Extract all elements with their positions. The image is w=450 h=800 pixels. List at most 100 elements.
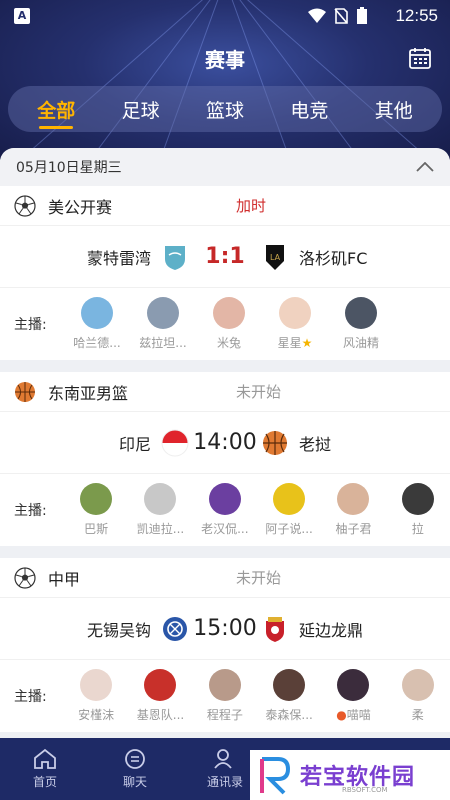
league-name: 美公开赛 <box>48 197 113 217</box>
anchor-item[interactable]: 星星★ <box>262 297 328 351</box>
anchor-item[interactable]: 哈兰德... <box>64 297 130 351</box>
wifi-icon <box>308 8 326 23</box>
anchor-item[interactable]: 兹拉坦... <box>130 297 196 351</box>
anchor-list: 安槿沫 基恩队... 程程子 泰森保... ●喵喵 柔 <box>64 669 450 723</box>
score: 1:1 <box>205 244 245 269</box>
anchor-item[interactable]: 风油精 <box>328 297 394 351</box>
anchor-name: 星星★ <box>277 336 313 350</box>
app-notification-icon: A <box>14 8 30 24</box>
svg-text:LA: LA <box>270 253 281 262</box>
anchor-label: 主播: <box>14 503 47 519</box>
anchor-item[interactable]: 安槿沫 <box>64 669 128 723</box>
match-header: 东南亚男篮 未开始 <box>0 372 450 412</box>
battery-icon <box>357 7 367 24</box>
avatar <box>81 297 113 329</box>
date-label: 05月10日星期三 <box>16 160 122 176</box>
match-status: 加时 <box>236 197 267 215</box>
tab-esports[interactable]: 电竞 <box>276 90 342 129</box>
nav-label: 首页 <box>32 775 57 789</box>
basketball-icon <box>15 381 35 402</box>
avatar <box>147 297 179 329</box>
tab-basketball[interactable]: 篮球 <box>192 90 258 129</box>
anchor-label: 主播: <box>14 317 47 333</box>
nav-home[interactable]: 首页 <box>0 738 90 800</box>
anchor-name: 基恩队... <box>136 708 185 722</box>
avatar <box>144 669 177 701</box>
soccer-ball-icon <box>14 566 36 589</box>
anchor-item[interactable]: 老汉侃... <box>193 483 257 537</box>
status-bar: A 12:55 <box>0 0 450 32</box>
match-card[interactable]: 美公开赛 加时 蒙特雷湾 1:1 LA 洛杉矶FC 主播: 哈兰德... 兹拉坦… <box>0 186 450 360</box>
anchor-item[interactable]: 基恩队... <box>128 669 192 723</box>
anchor-name: 泰森保... <box>265 708 313 722</box>
match-header: 中甲 未开始 <box>0 558 450 598</box>
anchor-name: 巴斯 <box>84 522 109 536</box>
match-time: 15:00 <box>193 616 257 641</box>
anchor-name: 拉 <box>411 522 424 536</box>
match-card[interactable]: 东南亚男篮 未开始 印尼 14:00 老挝 主播: 巴斯 凯迪拉... 老汉侃.… <box>0 372 450 546</box>
anchor-name: ●喵喵 <box>336 708 371 722</box>
home-team: 印尼 <box>118 434 151 454</box>
date-header[interactable]: 05月10日星期三 <box>0 148 450 186</box>
tab-all[interactable]: 全部 <box>23 90 89 129</box>
watermark-subtext: RBSOFT.COM <box>342 786 388 794</box>
badge-icon: ● <box>336 708 347 722</box>
anchor-row: 主播: 巴斯 凯迪拉... 老汉侃... 阿子说... 柚子君 拉 <box>0 474 450 546</box>
anchor-name: 风油精 <box>342 336 379 350</box>
header: A 12:55 赛事 全部 足球 篮球 电竞 其他 <box>0 0 450 160</box>
anchor-item[interactable]: ●喵喵 <box>321 669 385 723</box>
avatar <box>401 483 434 515</box>
lafc-crest-icon: LA <box>266 244 284 270</box>
anchor-row: 主播: 哈兰德... 兹拉坦... 米兔 星星★ 风油精 <box>0 288 450 360</box>
anchor-item[interactable]: 柚子君 <box>321 483 385 537</box>
soccer-ball-icon <box>14 194 36 217</box>
anchor-list: 巴斯 凯迪拉... 老汉侃... 阿子说... 柚子君 拉 <box>64 483 450 537</box>
anchor-item[interactable]: 柔 <box>386 669 450 723</box>
match-row[interactable]: 蒙特雷湾 1:1 LA 洛杉矶FC <box>0 226 450 288</box>
anchor-item[interactable]: 拉 <box>386 483 450 537</box>
avatar <box>337 483 370 515</box>
basketball-icon <box>263 430 287 455</box>
match-row[interactable]: 无锡吴钩 15:00 延边龙鼎 <box>0 598 450 660</box>
anchor-item[interactable]: 阿子说... <box>257 483 321 537</box>
anchor-name: 安槿沫 <box>78 708 115 722</box>
anchor-name: 程程子 <box>206 708 243 722</box>
monterey-bay-crest-icon <box>165 245 185 270</box>
match-status: 未开始 <box>236 383 282 401</box>
contacts-icon <box>214 749 232 769</box>
anchor-item[interactable]: 巴斯 <box>64 483 128 537</box>
anchor-name: 哈兰德... <box>73 336 121 350</box>
avatar <box>80 483 113 515</box>
avatar <box>279 297 311 329</box>
avatar <box>208 669 241 701</box>
calendar-icon[interactable] <box>408 46 432 70</box>
avatar <box>345 297 377 329</box>
match-list: 05月10日星期三 美公开赛 加时 蒙特雷湾 1:1 LA 洛杉矶FC 主播: … <box>0 148 450 736</box>
watermark-logo-icon <box>260 757 291 795</box>
match-time: 14:00 <box>193 430 257 455</box>
avatar <box>144 483 177 515</box>
away-team: 老挝 <box>299 434 332 454</box>
anchor-name: 柔 <box>411 708 424 722</box>
anchor-row: 主播: 安槿沫 基恩队... 程程子 泰森保... ●喵喵 柔 <box>0 660 450 732</box>
league-name: 东南亚男篮 <box>48 383 129 403</box>
clock: 12:55 <box>395 6 438 25</box>
match-row[interactable]: 印尼 14:00 老挝 <box>0 412 450 474</box>
avatar <box>273 669 306 701</box>
match-card[interactable]: 中甲 未开始 无锡吴钩 15:00 延边龙鼎 主播: 安槿沫 基恩队... 程程… <box>0 558 450 732</box>
tab-other[interactable]: 其他 <box>361 90 427 129</box>
nav-label: 通讯录 <box>206 775 243 789</box>
anchor-item[interactable]: 程程子 <box>193 669 257 723</box>
wuxi-crest-icon <box>163 616 187 641</box>
anchor-item[interactable]: 米兔 <box>196 297 262 351</box>
home-team: 蒙特雷湾 <box>86 248 151 268</box>
anchor-name: 凯迪拉... <box>136 522 185 536</box>
anchor-name: 兹拉坦... <box>139 336 187 350</box>
chevron-up-icon[interactable] <box>416 162 434 172</box>
home-icon <box>34 748 56 769</box>
no-sim-icon <box>334 8 348 24</box>
anchor-item[interactable]: 泰森保... <box>257 669 321 723</box>
tab-football[interactable]: 足球 <box>108 90 174 129</box>
nav-chat[interactable]: 聊天 <box>90 738 180 800</box>
anchor-item[interactable]: 凯迪拉... <box>128 483 192 537</box>
